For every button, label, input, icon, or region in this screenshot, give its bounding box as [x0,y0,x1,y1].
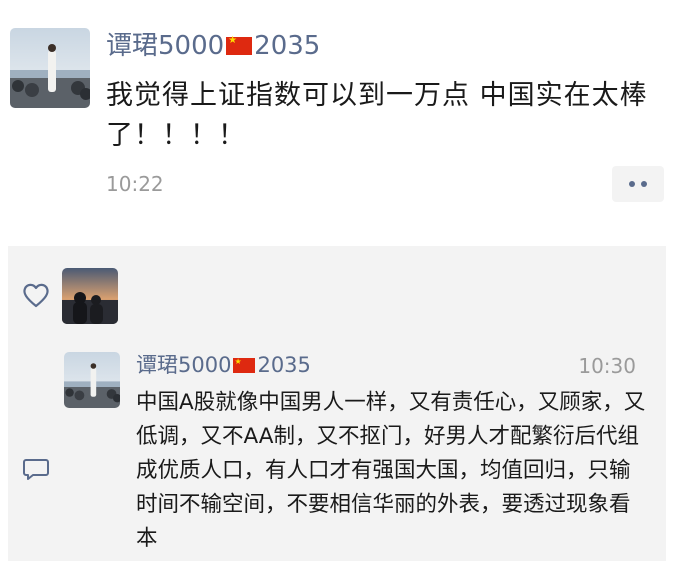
comment-timestamp: 10:30 [578,354,636,378]
person-on-beach-photo [10,28,90,108]
comment-text: 中国A股就像中国男人一样，又有责任心，又顾家，又低调，又不AA制，又不抠门，好男… [136,390,646,551]
post-author-avatar[interactable] [10,28,90,108]
china-flag-icon: ★ [233,357,256,373]
comment-author-name-text: 谭珺5000 [136,353,232,377]
dot-icon [641,181,647,187]
post-author-name[interactable]: 谭珺5000 ★ 2035 [106,28,320,64]
comment-author-name-suffix: 2035 [257,353,311,377]
comment-bubble-icon[interactable] [22,458,50,482]
post-author-name-suffix: 2035 [254,31,321,61]
post-text: 我觉得上证指数可以到一万点 中国实在太棒了！！！！ [106,80,648,151]
liker-avatar[interactable] [62,268,118,324]
heart-outline-icon[interactable] [22,282,50,308]
post-timestamp: 10:22 [106,172,164,196]
comment-author-name[interactable]: 谭珺5000 ★ 2035 [136,350,311,380]
comment-author-avatar[interactable] [64,352,120,408]
moment-post: 谭珺5000 ★ 2035 我觉得上证指数可以到一万点 中国实在太棒了！！！！ … [0,0,674,232]
post-author-name-text: 谭珺5000 [106,31,225,61]
likes-and-comments-panel: 谭珺5000 ★ 2035 10:30 中国A股就像中国男人一样，又有责任心，又… [8,246,666,561]
couple-at-sunset-photo [62,268,118,324]
dot-icon [629,181,635,187]
person-on-beach-photo [64,352,120,408]
two-dot-more-icon[interactable] [612,166,664,202]
china-flag-icon: ★ [226,35,253,55]
